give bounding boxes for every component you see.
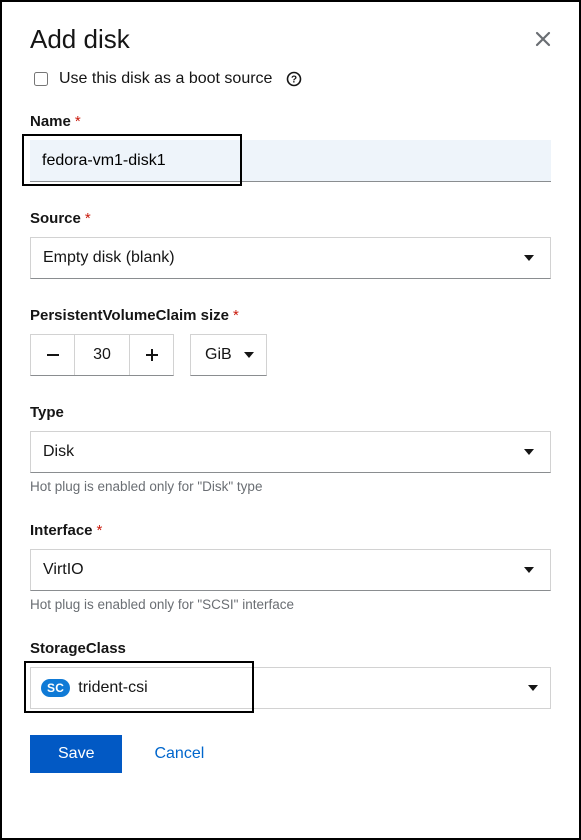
dialog-title: Add disk [30,24,130,55]
storageclass-select[interactable]: SC trident-csi [30,667,551,709]
caret-down-icon [528,685,538,691]
help-icon: ? [286,71,302,87]
name-field: Name* [30,113,551,182]
minus-icon [47,354,59,356]
dialog-actions: Save Cancel [30,735,551,773]
source-value: Empty disk (blank) [43,249,175,267]
required-marker: * [75,113,81,130]
caret-down-icon [524,449,534,455]
storageclass-value: trident-csi [78,679,147,697]
svg-text:?: ? [291,75,297,86]
source-label: Source* [30,210,551,227]
pvc-size-value[interactable]: 30 [75,335,129,375]
interface-hint: Hot plug is enabled only for "SCSI" inte… [30,597,551,612]
save-button[interactable]: Save [30,735,122,773]
pvc-unit-value: GiB [205,346,232,364]
pvc-decrement-button[interactable] [31,335,75,375]
cancel-button[interactable]: Cancel [150,737,208,771]
caret-down-icon [524,567,534,573]
required-marker: * [97,522,103,539]
type-label: Type [30,404,551,421]
storageclass-label: StorageClass [30,640,551,657]
type-hint: Hot plug is enabled only for "Disk" type [30,479,551,494]
boot-source-checkbox[interactable] [34,72,48,86]
interface-select[interactable]: VirtIO [30,549,551,591]
add-disk-dialog: Add disk Use this disk as a boot source … [0,0,581,840]
pvc-size-label: PersistentVolumeClaim size* [30,307,551,324]
type-select[interactable]: Disk [30,431,551,473]
source-field: Source* Empty disk (blank) [30,210,551,279]
source-select[interactable]: Empty disk (blank) [30,237,551,279]
name-label: Name* [30,113,551,130]
boot-source-help[interactable]: ? [286,71,302,87]
boot-source-label: Use this disk as a boot source [59,70,272,88]
name-input[interactable] [30,140,551,182]
caret-down-icon [244,352,254,358]
caret-down-icon [524,255,534,261]
type-value: Disk [43,443,74,461]
type-field: Type Disk Hot plug is enabled only for "… [30,404,551,494]
pvc-size-field: PersistentVolumeClaim size* 30 GiB [30,307,551,376]
close-button[interactable] [535,29,551,51]
plus-icon [146,349,158,361]
pvc-unit-select[interactable]: GiB [190,334,267,376]
close-icon [535,31,551,47]
pvc-size-stepper: 30 [30,334,174,376]
dialog-header: Add disk [30,24,551,55]
boot-source-row: Use this disk as a boot source ? [30,69,551,89]
pvc-increment-button[interactable] [129,335,173,375]
required-marker: * [85,210,91,227]
interface-value: VirtIO [43,561,84,579]
required-marker: * [233,307,239,324]
interface-label: Interface* [30,522,551,539]
storageclass-badge: SC [41,679,70,697]
interface-field: Interface* VirtIO Hot plug is enabled on… [30,522,551,612]
storageclass-field: StorageClass SC trident-csi [30,640,551,709]
